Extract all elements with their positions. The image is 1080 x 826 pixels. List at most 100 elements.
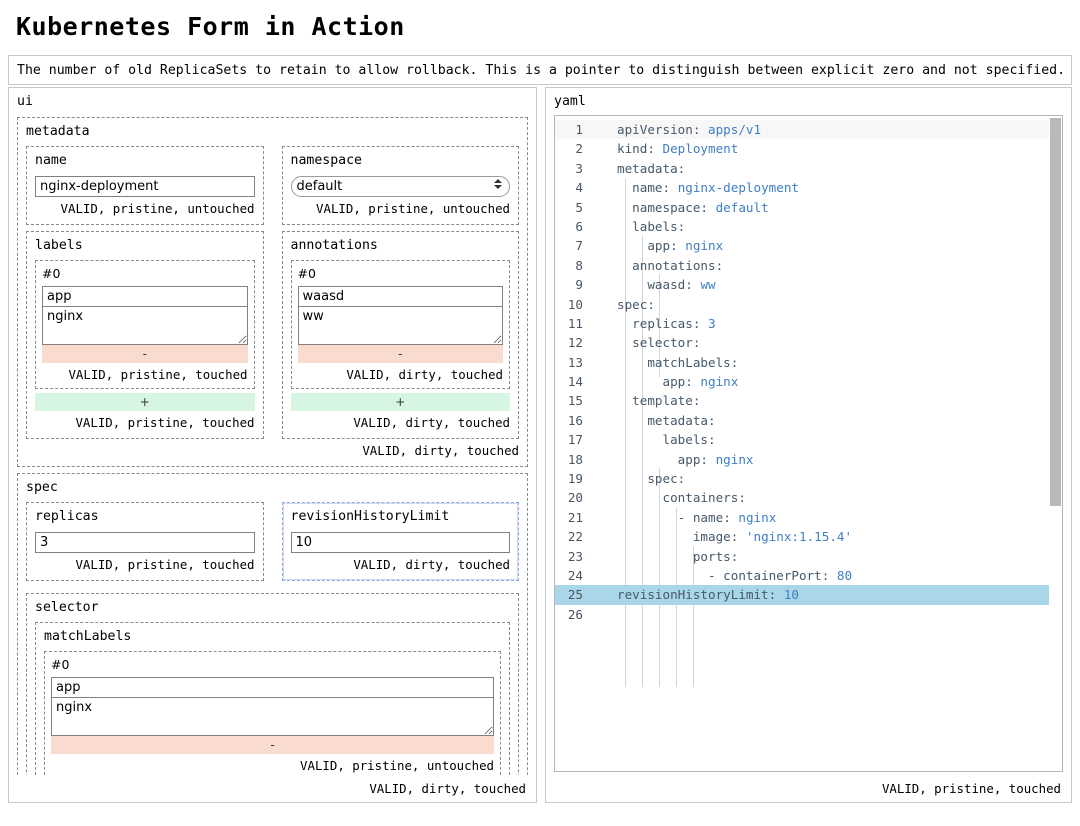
annotations-key-input[interactable] [297,286,503,307]
yaml-line[interactable]: 20 containers: [555,488,1062,507]
yaml-line[interactable]: 22 image: 'nginx:1.15.4' [555,527,1062,546]
labels-add-button[interactable]: + [35,393,255,411]
labels-group: labels #0 nginx - VALID, pristine, touch… [26,231,264,439]
yaml-line[interactable]: 19 spec: [555,469,1062,488]
ui-panel-status: VALID, dirty, touched [369,781,526,796]
yaml-line-number: 21 [567,509,583,525]
yaml-line-number: 15 [567,393,583,409]
yaml-line[interactable]: 12 selector: [555,333,1062,352]
yaml-line-text: spec: [617,296,655,312]
yaml-line-text: namespace: default [632,199,769,215]
namespace-status: VALID, pristine, untouched [316,201,510,216]
yaml-line-text: replicas: 3 [632,315,716,331]
yaml-line-text: metadata: [617,160,686,176]
ui-panel-body: metadata name VALID, pristine, untouched [9,113,536,775]
revision-history-limit-status: VALID, dirty, touched [353,557,510,572]
yaml-line[interactable]: 4 name: nginx-deployment [555,178,1062,197]
yaml-line[interactable]: 25 revisionHistoryLimit: 10 [555,585,1062,605]
yaml-line[interactable]: 10 spec: [555,295,1062,314]
yaml-line[interactable]: 14 app: nginx [555,372,1062,391]
replicas-label: replicas [35,509,99,524]
yaml-line-number: 26 [567,606,583,622]
annotations-item: #0 ww - VALID, dirty, touched [290,260,510,389]
match-labels-item-index: #0 [51,657,70,672]
yaml-line[interactable]: 16 metadata: [555,411,1062,430]
yaml-line[interactable]: 1 apiVersion: apps/v1 [555,120,1062,140]
annotations-add-button[interactable]: + [290,393,510,411]
yaml-line[interactable]: 9 waasd: ww [555,275,1062,294]
metadata-group: metadata name VALID, pristine, untouched [17,117,528,467]
yaml-line[interactable]: 7 app: nginx [555,236,1062,255]
namespace-select[interactable]: default [290,176,510,197]
yaml-editor[interactable]: 1 apiVersion: apps/v1 2 kind: Deployment 3 me… [554,115,1063,772]
yaml-line[interactable]: 18 app: nginx [555,450,1062,469]
yaml-line-number: 25 [567,587,583,603]
match-labels-key-input[interactable] [51,677,494,698]
replicas-status: VALID, pristine, touched [75,557,255,572]
replicas-field-group: replicas VALID, pristine, touched [26,502,264,581]
yaml-line-text: matchLabels: [647,354,739,370]
selector-group: selector matchLabels #0 nginx - VALID [26,593,519,775]
revision-history-limit-input[interactable] [290,532,510,553]
yaml-line-text: template: [632,393,701,409]
yaml-line-number: 17 [567,432,583,448]
labels-item-status: VALID, pristine, touched [68,367,248,382]
yaml-line-number: 4 [575,180,583,196]
spec-row-1: replicas VALID, pristine, touched revisi… [26,502,519,587]
yaml-line-text: image: 'nginx:1.15.4' [692,529,853,545]
spec-group: spec replicas VALID, pristine, touched [17,473,528,775]
yaml-scrollbar-track[interactable] [1049,116,1062,771]
annotations-value-textarea[interactable]: ww [297,307,503,345]
yaml-line-text: labels: [662,432,716,448]
yaml-line-text: annotations: [632,257,724,273]
yaml-scrollbar-thumb[interactable] [1050,118,1061,506]
yaml-line-text: selector: [632,335,701,351]
yaml-line-text: waasd: ww [647,277,716,293]
yaml-line[interactable]: 8 annotations: [555,256,1062,275]
annotations-item-status: VALID, dirty, touched [346,367,503,382]
yaml-line[interactable]: 24 - containerPort: 80 [555,566,1062,585]
match-labels-remove-button[interactable]: - [51,736,494,754]
yaml-line[interactable]: 26 [555,605,1062,624]
labels-value-textarea[interactable]: nginx [42,307,248,345]
yaml-line[interactable]: 3 metadata: [555,159,1062,178]
yaml-code: 1 apiVersion: apps/v1 2 kind: Deployment 3 me… [555,116,1062,624]
yaml-line-number: 22 [567,529,583,545]
name-status: VALID, pristine, untouched [60,201,255,216]
labels-status: VALID, pristine, touched [75,415,255,430]
yaml-line-number: 19 [567,471,583,487]
ui-panel-title: ui [17,94,33,109]
metadata-status: VALID, dirty, touched [362,443,519,458]
yaml-line-number: 24 [567,567,583,583]
labels-remove-button[interactable]: - [42,345,248,363]
yaml-line[interactable]: 11 replicas: 3 [555,314,1062,333]
match-labels-value-textarea[interactable]: nginx [51,698,494,736]
yaml-line[interactable]: 15 template: [555,391,1062,410]
yaml-line[interactable]: 5 namespace: default [555,198,1062,217]
yaml-line-number: 10 [567,296,583,312]
metadata-row-1: name VALID, pristine, untouched namespac… [26,146,519,231]
match-labels-group: matchLabels #0 nginx - VALID, pristine, … [35,622,510,775]
selector-label: selector [35,600,99,615]
replicas-input[interactable] [35,532,255,553]
labels-key-input[interactable] [42,286,248,307]
yaml-line[interactable]: 6 labels: [555,217,1062,236]
match-labels-label: matchLabels [44,629,132,644]
yaml-line[interactable]: 23 ports: [555,547,1062,566]
yaml-line-text: ports: [692,548,739,564]
yaml-line[interactable]: 17 labels: [555,430,1062,449]
yaml-line-number: 18 [567,451,583,467]
yaml-line[interactable]: 21 - name: nginx [555,508,1062,527]
match-labels-item: #0 nginx - VALID, pristine, untouched [44,651,501,775]
yaml-line-text: metadata: [647,412,716,428]
annotations-remove-button[interactable]: - [297,345,503,363]
yaml-line-number: 23 [567,548,583,564]
labels-item: #0 nginx - VALID, pristine, touched [35,260,255,389]
ui-panel: ui metadata name VALID, pristine, untouc… [8,87,537,803]
annotations-item-index: #0 [297,266,316,281]
name-input[interactable] [35,176,255,197]
yaml-line[interactable]: 13 matchLabels: [555,353,1062,372]
annotations-status: VALID, dirty, touched [353,415,510,430]
yaml-line-text: kind: Deployment [617,141,739,157]
yaml-line[interactable]: 2 kind: Deployment [555,139,1062,158]
